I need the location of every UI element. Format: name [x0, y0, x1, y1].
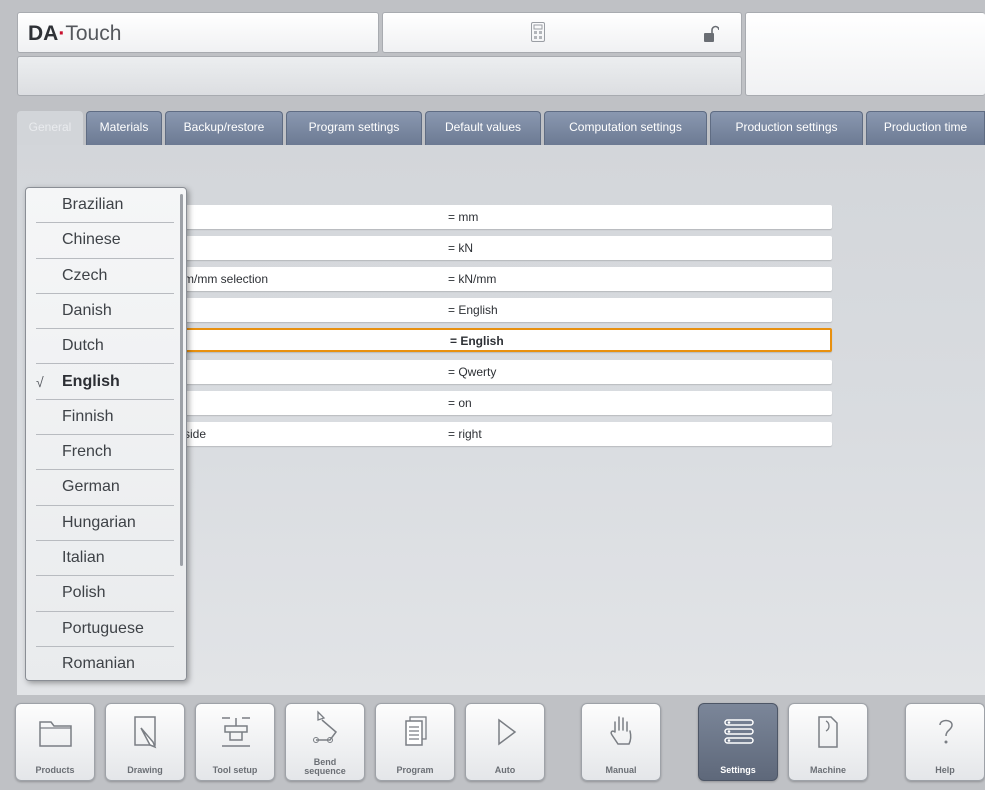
settings-button[interactable]: Settings	[698, 703, 778, 781]
button-label: Auto	[494, 765, 516, 775]
button-label: Bend sequence	[304, 757, 346, 776]
setting-label: side	[184, 427, 207, 441]
setting-value: = English	[450, 334, 504, 348]
program-pages-icon	[405, 716, 427, 746]
language-option[interactable]: Danish	[26, 294, 182, 330]
setting-value: = English	[448, 303, 498, 317]
tab-general[interactable]: General	[17, 111, 83, 145]
language-option[interactable]: Romanian	[26, 647, 182, 680]
language-option[interactable]: French	[26, 435, 182, 471]
tab-computation-settings[interactable]: Computation settings	[544, 111, 707, 145]
bend-sequence-icon	[313, 710, 338, 743]
button-label: Manual	[605, 765, 637, 775]
tool-setup-button[interactable]: Tool setup	[195, 703, 275, 781]
tab-production-time[interactable]: Production time	[866, 111, 985, 145]
main-navigation-toolbar: Products Drawing Tool setup Bend sequence…	[0, 700, 985, 790]
setting-value: = Qwerty	[448, 365, 497, 379]
tool-setup-icon	[222, 717, 250, 747]
play-icon	[498, 718, 517, 746]
button-label: Tool setup	[212, 765, 258, 775]
machine-icon	[818, 716, 838, 748]
setting-row-keyboard-layout[interactable]: = Qwerty	[170, 360, 832, 384]
tab-production-settings[interactable]: Production settings	[710, 111, 863, 145]
setting-label: m/mm selection	[184, 272, 269, 286]
drawing-button[interactable]: Drawing	[105, 703, 185, 781]
program-button[interactable]: Program	[375, 703, 455, 781]
calculator-icon[interactable]	[531, 22, 545, 42]
language-option[interactable]: Hungarian	[26, 506, 182, 542]
setting-value: = mm	[448, 210, 479, 224]
setting-row-language-1[interactable]: = English	[170, 298, 832, 322]
language-option[interactable]: Italian	[26, 541, 182, 577]
language-option-label: English	[62, 372, 120, 390]
manual-button[interactable]: Manual	[581, 703, 661, 781]
language-option-selected[interactable]: √ English	[26, 365, 182, 401]
question-mark-icon	[939, 719, 953, 744]
help-button[interactable]: Help	[905, 703, 985, 781]
auto-button[interactable]: Auto	[465, 703, 545, 781]
setting-row-side[interactable]: side = right	[170, 422, 832, 446]
unlocked-padlock-icon[interactable]	[703, 25, 719, 43]
language-option[interactable]: Polish	[26, 576, 182, 612]
pencil-drawing-icon	[134, 716, 157, 749]
checkmark-icon: √	[36, 373, 44, 390]
setting-value: = kN/mm	[448, 272, 497, 286]
setting-row-force-per-length[interactable]: m/mm selection = kN/mm	[170, 267, 832, 291]
machine-button[interactable]: Machine	[788, 703, 868, 781]
button-label: Help	[935, 765, 955, 775]
setting-value: = right	[448, 427, 482, 441]
settings-tabs: General Materials Backup/restore Program…	[17, 111, 985, 145]
setting-value: = kN	[448, 241, 474, 255]
tab-program-settings[interactable]: Program settings	[286, 111, 422, 145]
settings-list-icon	[724, 719, 754, 744]
button-label: Drawing	[127, 765, 163, 775]
language-option[interactable]: Czech	[26, 259, 182, 295]
setting-row-language-2-selected[interactable]: = English	[170, 328, 832, 352]
button-label: Products	[35, 765, 75, 775]
hand-icon	[610, 716, 632, 745]
button-label: Program	[396, 765, 434, 775]
button-label: Settings	[720, 765, 756, 775]
language-option[interactable]: Brazilian	[26, 188, 182, 224]
status-box	[382, 12, 742, 53]
setting-row-toggle[interactable]: = on	[170, 391, 832, 415]
language-option[interactable]: Chinese	[26, 223, 182, 259]
language-option[interactable]: German	[26, 470, 182, 506]
language-dropdown-list[interactable]: Brazilian Chinese Czech Danish Dutch √ E…	[25, 187, 187, 681]
setting-row-units[interactable]: = mm	[170, 205, 832, 229]
setting-row-force-unit[interactable]: = kN	[170, 236, 832, 260]
app-logo: DA·Touch	[28, 22, 122, 45]
bend-sequence-button[interactable]: Bend sequence	[285, 703, 365, 781]
tab-default-values[interactable]: Default values	[425, 111, 541, 145]
header-right-box	[745, 12, 985, 96]
tab-materials[interactable]: Materials	[86, 111, 162, 145]
folder-icon	[39, 721, 72, 747]
button-label: Machine	[809, 765, 846, 775]
dropdown-scrollbar[interactable]	[180, 194, 183, 566]
language-option[interactable]: Portuguese	[26, 612, 182, 648]
products-button[interactable]: Products	[15, 703, 95, 781]
setting-value: = on	[448, 396, 472, 410]
language-option[interactable]: Finnish	[26, 400, 182, 436]
app-title-box: DA·Touch	[17, 12, 379, 53]
language-option[interactable]: Dutch	[26, 329, 182, 365]
tab-backup-restore[interactable]: Backup/restore	[165, 111, 283, 145]
message-bar	[17, 56, 742, 96]
